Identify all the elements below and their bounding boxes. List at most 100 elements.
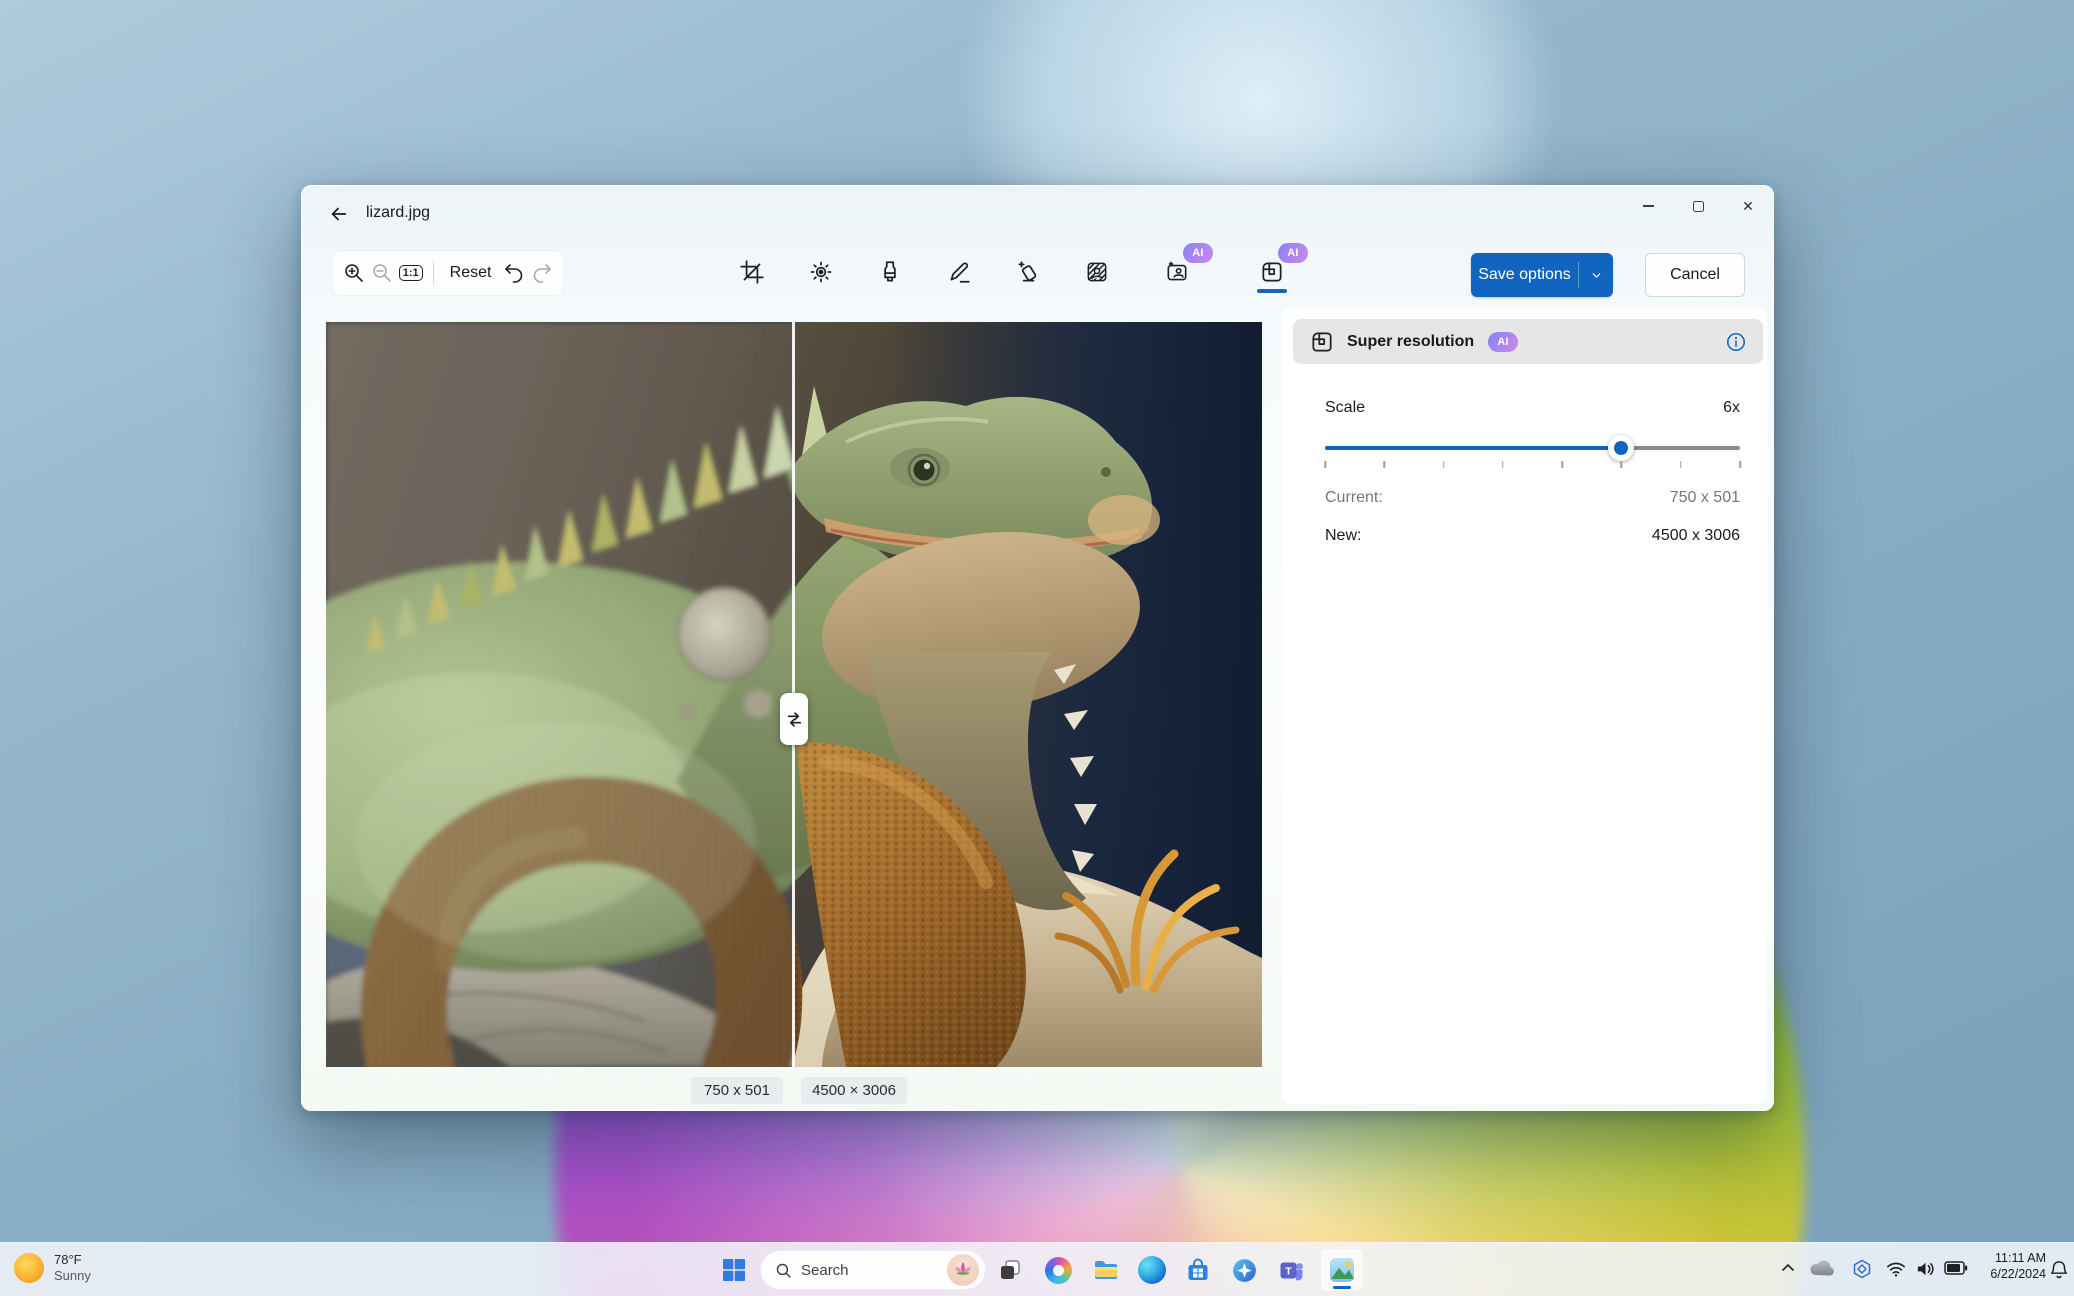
- search-highlight-image[interactable]: [947, 1254, 979, 1286]
- teams-button[interactable]: T: [1269, 1248, 1313, 1292]
- volume-tray-button[interactable]: [1915, 1259, 1936, 1279]
- close-icon: ✕: [1742, 198, 1754, 214]
- weather-temperature: 78°F: [54, 1251, 82, 1267]
- view-controls-group: 1:1 Reset: [332, 250, 564, 296]
- markup-pen-icon: [950, 262, 970, 283]
- wifi-tray-button[interactable]: [1886, 1260, 1906, 1278]
- back-button[interactable]: [322, 197, 356, 231]
- sparkle-app-icon: [1232, 1258, 1256, 1282]
- file-explorer-button[interactable]: [1084, 1248, 1128, 1292]
- slider-ticks: [1324, 461, 1741, 469]
- save-options-label: Save options: [1478, 266, 1571, 283]
- zoom-out-button[interactable]: [369, 258, 395, 288]
- info-icon[interactable]: [1725, 331, 1747, 353]
- search-icon: [776, 1263, 791, 1278]
- edge-button[interactable]: [1130, 1248, 1174, 1292]
- lotus-flower-icon: [955, 1262, 971, 1275]
- active-app-indicator: [1333, 1286, 1351, 1289]
- task-view-button[interactable]: [988, 1248, 1032, 1292]
- search-box[interactable]: Search: [760, 1250, 986, 1290]
- toolbar-separator: [432, 261, 434, 285]
- comparison-swap-handle[interactable]: [780, 693, 808, 745]
- background-icon: [1087, 262, 1107, 282]
- close-button[interactable]: ✕: [1723, 186, 1773, 226]
- adjustment-icon: [810, 261, 832, 283]
- weather-widget[interactable]: 78°F Sunny: [12, 1251, 91, 1285]
- microsoft-store-icon: [1188, 1258, 1208, 1280]
- crop-icon: [740, 260, 764, 284]
- file-explorer-icon: [1095, 1261, 1117, 1279]
- new-size-label: New:: [1325, 527, 1362, 544]
- generative-erase-icon: [1018, 261, 1037, 282]
- photos-app-icon: [1328, 1256, 1356, 1284]
- chevron-down-icon: [1592, 272, 1600, 278]
- weather-condition: Sunny: [54, 1268, 91, 1283]
- background-tool-button[interactable]: [1077, 252, 1117, 292]
- super-resolution-panel: Super resolution AI Scale 6x Current: 75…: [1282, 308, 1767, 1104]
- slider-thumb[interactable]: [1608, 435, 1635, 461]
- ai-badge: AI: [1183, 243, 1213, 263]
- save-options-split-button[interactable]: Save options: [1471, 253, 1613, 297]
- sparkle-app-button[interactable]: [1222, 1248, 1266, 1292]
- window-title: lizard.jpg: [366, 204, 431, 221]
- filter-tool-button[interactable]: [870, 252, 910, 292]
- after-size-badge: 4500 × 3006: [801, 1077, 907, 1104]
- new-size-value: 4500 x 3006: [1651, 527, 1740, 544]
- actual-size-button[interactable]: 1:1: [398, 258, 424, 288]
- scale-slider[interactable]: [1325, 435, 1740, 461]
- tray-chevron-button[interactable]: [1780, 1260, 1796, 1276]
- panel-title: Super resolution: [1347, 332, 1475, 350]
- crop-tool-button[interactable]: [732, 252, 772, 292]
- erase-tool-button[interactable]: [1008, 252, 1048, 292]
- current-size-label: Current:: [1325, 489, 1383, 506]
- security-tray-button[interactable]: [1852, 1259, 1872, 1279]
- redo-button[interactable]: [529, 258, 555, 288]
- window-controls: ✕: [1623, 186, 1773, 226]
- desktop: lizard.jpg ✕ 1:1 Reset AI AI Save option…: [0, 0, 2074, 1296]
- store-button[interactable]: [1176, 1248, 1220, 1292]
- windows-logo-icon: [723, 1259, 745, 1281]
- onedrive-tray-button[interactable]: [1808, 1258, 1836, 1278]
- ai-badge: AI: [1278, 243, 1308, 263]
- restyle-image-tool-button[interactable]: AI: [1157, 243, 1213, 292]
- notifications-button[interactable]: [2046, 1253, 2072, 1287]
- security-box-icon: [1853, 1259, 1871, 1279]
- clock-time: 11:11 AM: [1995, 1251, 2046, 1265]
- markup-tool-button[interactable]: [939, 252, 979, 292]
- chevron-up-icon: [1782, 1264, 1794, 1271]
- actual-size-icon: 1:1: [398, 265, 423, 281]
- selected-tool-indicator: [1257, 289, 1287, 293]
- taskbar: 78°F Sunny Search T 11:11 AM 6/22/2024: [0, 1242, 2074, 1296]
- photos-app-button[interactable]: [1320, 1248, 1364, 1292]
- maximize-button[interactable]: [1673, 186, 1723, 226]
- battery-tray-button[interactable]: [1944, 1261, 1968, 1275]
- edge-icon: [1138, 1256, 1166, 1284]
- onedrive-cloud-icon: [1810, 1260, 1834, 1276]
- reset-button[interactable]: Reset: [443, 264, 499, 282]
- cancel-button[interactable]: Cancel: [1645, 253, 1745, 297]
- bell-icon: [2051, 1261, 2067, 1279]
- clock-widget[interactable]: 11:11 AM 6/22/2024: [1990, 1250, 2046, 1283]
- scale-label: Scale: [1325, 399, 1366, 416]
- scale-value: 6x: [1723, 399, 1740, 416]
- wifi-icon: [1887, 1262, 1905, 1277]
- photos-app-window: lizard.jpg ✕ 1:1 Reset AI AI Save option…: [301, 185, 1774, 1111]
- super-resolution-tool-button[interactable]: AI: [1252, 243, 1308, 292]
- super-resolution-icon: [1262, 262, 1282, 282]
- adjust-tool-button[interactable]: [801, 252, 841, 292]
- before-size-badge: 750 x 501: [691, 1077, 783, 1104]
- svg-text:T: T: [1285, 1265, 1292, 1277]
- current-size-value: 750 x 501: [1669, 489, 1740, 506]
- slider-fill: [1325, 446, 1622, 450]
- speaker-icon: [1917, 1262, 1934, 1276]
- zoom-in-button[interactable]: [341, 258, 367, 288]
- teams-icon: T: [1280, 1262, 1303, 1280]
- copilot-button[interactable]: [1036, 1248, 1080, 1292]
- minimize-button[interactable]: [1623, 186, 1673, 226]
- undo-button[interactable]: [500, 258, 526, 288]
- clock-date: 6/22/2024: [1990, 1267, 2046, 1282]
- save-options-dropdown[interactable]: [1579, 269, 1613, 282]
- start-button[interactable]: [712, 1248, 756, 1292]
- back-arrow-icon: [331, 207, 347, 221]
- filter-icon: [884, 261, 896, 282]
